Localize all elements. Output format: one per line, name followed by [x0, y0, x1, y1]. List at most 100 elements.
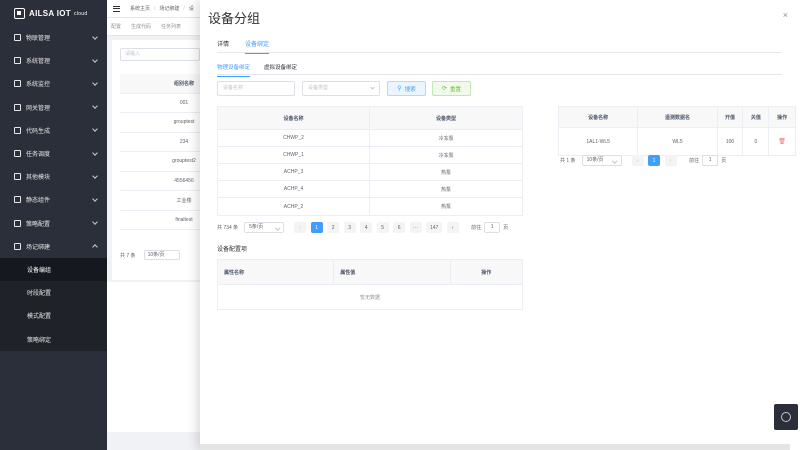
bound-page-1[interactable]: 1: [648, 155, 661, 166]
table-row[interactable]: ACHP_4 热泵: [218, 181, 522, 198]
table-row[interactable]: 工业楼: [120, 191, 208, 211]
device-name-cell: ACHP_2: [218, 198, 370, 215]
bound-goto-suffix: 页: [721, 158, 727, 164]
page-button-147[interactable]: 147: [426, 222, 443, 233]
sidebar-item-5[interactable]: 任务调度: [0, 142, 107, 165]
col-attr-value: 属性值: [334, 260, 451, 284]
logo-text: AILSA IOT: [29, 8, 71, 18]
table-row[interactable]: 001: [120, 94, 208, 113]
code-icon: [14, 126, 21, 134]
device-total: 共 734 条: [217, 225, 239, 231]
page-button-5[interactable]: 5: [376, 222, 389, 233]
chevron-down-icon: [92, 196, 98, 202]
prev-page-button[interactable]: ‹: [294, 222, 307, 233]
sidebar-item-label: 系统管理: [26, 59, 51, 66]
close-icon[interactable]: ×: [783, 10, 788, 20]
sidebar-item-label: 任务调度: [26, 152, 51, 159]
chevron-down-icon: [92, 56, 98, 63]
bound-next-page-button[interactable]: ›: [664, 155, 677, 166]
breadcrumb-scene[interactable]: 场记绑建: [159, 5, 179, 12]
drawer-title: 设备分组: [208, 11, 261, 26]
device-type-cell: 热泵: [440, 169, 451, 176]
sidebar-item-2[interactable]: 系统监控: [0, 72, 107, 95]
goto-suffix: 页: [503, 225, 509, 231]
breadcrumb-home[interactable]: 系统主页: [130, 5, 150, 12]
reset-button-label: 重置: [450, 86, 462, 93]
bound-goto-label: 前往: [689, 158, 700, 164]
sidebar-item-7[interactable]: 静态组件: [0, 188, 107, 211]
page-button-1[interactable]: 1: [310, 222, 323, 233]
device-type-placeholder: 设备类型: [308, 85, 329, 91]
table-row[interactable]: grouptest2: [120, 152, 208, 172]
component-icon: [14, 196, 21, 204]
device-type-cell: 冷冻泵: [438, 135, 454, 142]
reset-button[interactable]: ⟳ 重置: [432, 81, 471, 96]
sidebar-item-label: 代码生成: [26, 128, 51, 135]
table-row[interactable]: CHWP_1 冷冻泵: [218, 147, 522, 164]
next-page-button[interactable]: ›: [446, 222, 459, 233]
actions-cell: 🗑: [769, 128, 795, 155]
device-name-cell: CHWP_1: [218, 147, 370, 163]
device-type-select[interactable]: 设备类型: [302, 81, 380, 96]
page-button-2[interactable]: 2: [327, 222, 340, 233]
page-button-6[interactable]: 6: [393, 222, 406, 233]
tag-tasks[interactable]: 任务列表: [157, 23, 187, 30]
delete-icon[interactable]: 🗑: [778, 138, 786, 145]
group-search-input[interactable]: 请输入: [120, 48, 200, 61]
table-row[interactable]: ACHP_2 热泵: [218, 198, 522, 215]
goto-page-input[interactable]: 1: [484, 222, 501, 233]
device-name-input[interactable]: 设备名称: [217, 81, 295, 96]
scene-icon: [14, 242, 21, 250]
sidebar-item-1[interactable]: 系统管理: [0, 49, 107, 72]
bound-page-size-select[interactable]: 10条/页: [581, 155, 622, 166]
chat-icon: [781, 412, 791, 422]
search-icon: ⚲: [397, 86, 402, 92]
floating-widget[interactable]: [774, 404, 798, 430]
sidebar-item-label: 系统监控: [26, 82, 51, 89]
table-row[interactable]: ACHP_3 热泵: [218, 164, 522, 181]
bound-goto-input[interactable]: 1: [702, 155, 719, 166]
table-row[interactable]: grouptest: [120, 113, 208, 133]
sidebar-subitem-1[interactable]: 时段配置: [0, 281, 107, 305]
sidebar-subitem-0[interactable]: 设备编组: [0, 257, 107, 282]
group-page-size-select[interactable]: 10条/页: [143, 250, 180, 260]
sidebar: AILSA IOT cloud 物联管理系统管理系统监控网关管理代码生成任务调度…: [0, 0, 107, 450]
sidebar-subitem-3[interactable]: 策略绑定: [0, 327, 107, 351]
device-table-header: 设备名称 设备类型: [218, 107, 522, 130]
sidebar-item-label: 其他模块: [26, 175, 51, 182]
table-row[interactable]: 4556456: [120, 172, 208, 191]
col-on-value: 开值: [718, 107, 744, 127]
logo-subtext: cloud: [73, 11, 88, 17]
chevron-down-icon: [92, 80, 98, 86]
strategy-icon: [14, 219, 21, 227]
col-device-type: 设备类型: [435, 115, 456, 122]
bound-prev-page-button[interactable]: ‹: [631, 155, 644, 166]
drawer-scrollbar[interactable]: [200, 444, 790, 450]
sidebar-item-0[interactable]: 物联管理: [0, 26, 107, 49]
page-button-4[interactable]: 4: [360, 222, 373, 233]
search-button[interactable]: ⚲ 搜索: [387, 81, 426, 96]
chevron-down-icon: [92, 103, 98, 109]
table-row[interactable]: finaltest: [120, 211, 208, 230]
tag-config[interactable]: 配置: [107, 23, 127, 30]
bound-name-cell: 1AL1-WL5: [559, 128, 639, 155]
chevron-down-icon: [92, 172, 98, 179]
app-logo[interactable]: AILSA IOT cloud: [0, 0, 107, 26]
device-page-size-select[interactable]: 5条/页: [244, 222, 285, 233]
sidebar-item-3[interactable]: 网关管理: [0, 96, 107, 119]
device-name-cell: CHWP_2: [218, 130, 370, 146]
sidebar-item-6[interactable]: 其他模块: [0, 165, 107, 188]
tag-codegen[interactable]: 生成代码: [127, 23, 157, 30]
sidebar-item-9[interactable]: 场记绑建: [0, 235, 107, 258]
col-telemetry-name: 遥测数据名: [638, 107, 718, 127]
table-row[interactable]: 234: [120, 133, 208, 152]
sidebar-subitem-2[interactable]: 模式配置: [0, 304, 107, 328]
col-bound-name: 设备名称: [559, 107, 639, 127]
sidebar-item-4[interactable]: 代码生成: [0, 119, 107, 142]
page-button-3[interactable]: 3: [343, 222, 356, 233]
menu-toggle-icon[interactable]: [113, 5, 120, 12]
table-row[interactable]: CHWP_2 冷冻泵: [218, 130, 522, 147]
sidebar-item-8[interactable]: 策略配置: [0, 212, 107, 235]
more-pages-button[interactable]: ···: [409, 222, 422, 233]
module-icon: [14, 173, 21, 181]
